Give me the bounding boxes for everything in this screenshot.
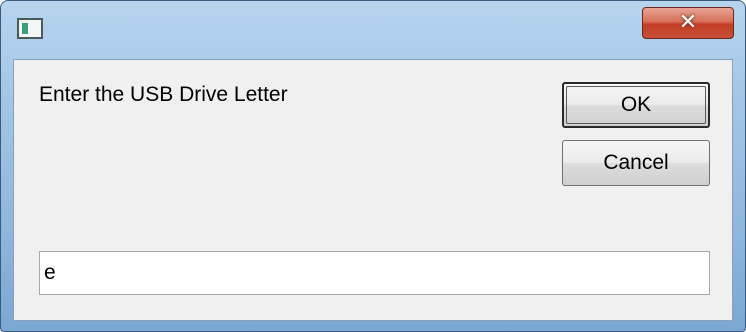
application-icon-mark bbox=[22, 23, 28, 34]
prompt-label: Enter the USB Drive Letter bbox=[39, 83, 288, 106]
cancel-button-label: Cancel bbox=[603, 151, 669, 174]
drive-letter-input[interactable] bbox=[39, 251, 710, 295]
ok-button-label: OK bbox=[620, 93, 652, 116]
application-icon bbox=[17, 18, 43, 39]
title-bar[interactable]: ✕ bbox=[1, 1, 745, 57]
cancel-button[interactable]: Cancel bbox=[562, 140, 710, 186]
close-icon: ✕ bbox=[678, 9, 698, 34]
dialog-body: Enter the USB Drive Letter OK Cancel bbox=[13, 59, 733, 321]
close-button[interactable]: ✕ bbox=[642, 7, 734, 39]
dialog-window: ✕ Enter the USB Drive Letter OK Cancel bbox=[0, 0, 746, 332]
ok-button[interactable]: OK bbox=[562, 82, 710, 128]
